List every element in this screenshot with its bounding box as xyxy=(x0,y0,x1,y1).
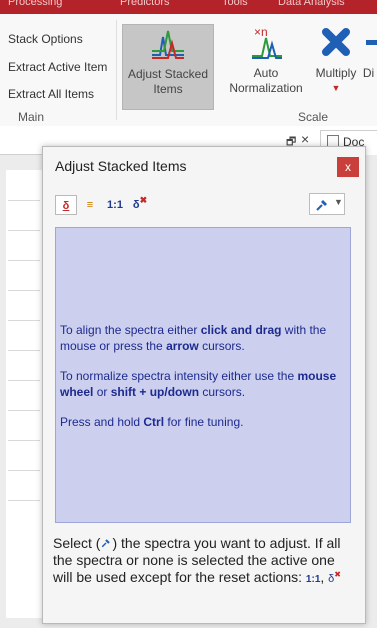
auto-normalization-icon: ×n xyxy=(252,25,282,59)
plot-gridline xyxy=(8,200,40,201)
plot-gridline xyxy=(8,290,40,291)
dialog-close-button[interactable]: x xyxy=(337,157,359,177)
dialog-toolbar: δ ≡ 1:1 δ✖ ▼ xyxy=(55,193,351,219)
delta-underline-icon: δ xyxy=(62,200,70,212)
plot-gridline xyxy=(8,410,40,411)
multiply-dropdown-arrow-icon[interactable]: ▼ xyxy=(312,81,360,96)
instructions-panel: To align the spectra either click and dr… xyxy=(55,227,351,523)
plot-gridline xyxy=(8,230,40,231)
align-icon: ≡ xyxy=(86,199,94,211)
auto-normalization-label-2: Normalization xyxy=(229,81,303,95)
divide-button[interactable]: Di xyxy=(360,24,377,108)
align-button[interactable]: ≡ xyxy=(79,195,101,215)
spectra-plot-background xyxy=(6,170,43,618)
auto-normalization-label-1: Auto xyxy=(253,66,279,80)
ratio-icon: 1:1 xyxy=(107,199,123,211)
stack-options-button[interactable]: Stack Options xyxy=(8,32,83,46)
group-separator xyxy=(116,20,117,120)
delta-reset-icon: δ xyxy=(132,199,140,211)
menu-processing[interactable]: Processing xyxy=(8,0,62,8)
normalize-delta-button[interactable]: δ xyxy=(55,195,77,215)
plot-gridline xyxy=(8,500,40,501)
dialog-title: Adjust Stacked Items xyxy=(55,158,187,174)
inline-pin-icon xyxy=(102,539,111,548)
inline-ratio-icon: 1:1 xyxy=(305,574,321,585)
adjust-stacked-items-dialog: Adjust Stacked Items x δ ≡ 1:1 δ✖ ▼ To a… xyxy=(42,146,366,624)
divide-icon xyxy=(366,40,377,45)
auto-normalization-button[interactable]: ×n Auto Normalization xyxy=(222,24,310,108)
multiply-button[interactable]: Multiply ▼ xyxy=(312,24,360,108)
adjust-stacked-items-button[interactable]: Adjust Stacked Items xyxy=(122,24,214,110)
extract-all-items-button[interactable]: Extract All Items xyxy=(8,87,94,101)
svg-text:×n: ×n xyxy=(254,25,268,39)
ribbon: Stack Options Extract Active Item Extrac… xyxy=(0,14,377,127)
pin-dropdown-arrow-icon[interactable]: ▼ xyxy=(334,197,343,207)
plot-gridline xyxy=(8,440,40,441)
plot-gridline xyxy=(8,350,40,351)
plot-gridline xyxy=(8,380,40,381)
reset-ratio-button[interactable]: 1:1 xyxy=(103,195,127,215)
main-group-label: Main xyxy=(18,110,45,124)
instruction-fine-tuning: Press and hold Ctrl for fine tuning. xyxy=(60,415,244,429)
menu-tools[interactable]: Tools xyxy=(222,0,248,8)
extract-active-item-button[interactable]: Extract Active Item xyxy=(8,60,107,74)
pin-icon xyxy=(316,200,327,211)
multiply-label: Multiply xyxy=(315,66,357,80)
plot-gridline xyxy=(8,260,40,261)
adjust-stacked-label-1: Adjust Stacked xyxy=(127,67,209,81)
title-bar: Processing Predictors Tools Data Analysi… xyxy=(0,0,377,14)
close-document-icon[interactable]: × xyxy=(301,131,309,147)
adjust-stacked-label-2: Items xyxy=(153,82,183,96)
selection-help-text: Select () the spectra you want to adjust… xyxy=(53,535,341,585)
menu-data-analysis[interactable]: Data Analysis xyxy=(278,0,345,8)
menu-predictors[interactable]: Predictors xyxy=(120,0,170,8)
plot-gridline xyxy=(8,470,40,471)
multiply-x-icon xyxy=(322,28,350,56)
divide-label: Di xyxy=(362,66,375,80)
plot-gridline xyxy=(8,320,40,321)
instruction-normalize: To normalize spectra intensity either us… xyxy=(60,369,337,399)
reset-delta-button[interactable]: δ✖ xyxy=(129,195,151,215)
adjust-stacked-icon xyxy=(152,30,184,59)
instruction-align: To align the spectra either click and dr… xyxy=(60,323,327,353)
scale-group-label: Scale xyxy=(298,110,329,124)
pin-select-button[interactable]: ▼ xyxy=(309,193,345,215)
